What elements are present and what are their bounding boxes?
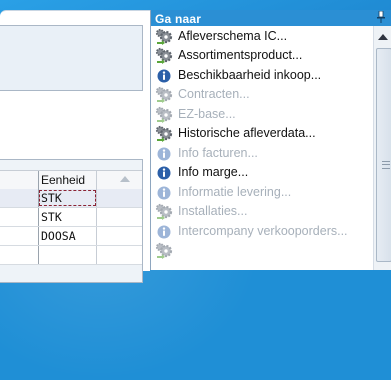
goto-item[interactable]: Afleverschema IC... (151, 26, 373, 46)
goto-item[interactable]: Installaties... (151, 202, 373, 222)
gear-pair-icon (155, 241, 173, 260)
goto-item[interactable]: Contracten... (151, 85, 373, 105)
goto-item-label: Info marge... (178, 165, 249, 180)
gear-pair-icon (155, 124, 173, 143)
goto-item-label: Installaties... (178, 204, 248, 219)
panel-scrollbar[interactable] (373, 26, 391, 270)
unit-cell[interactable]: DOOSA (38, 227, 97, 245)
goto-item[interactable] (151, 241, 373, 261)
goto-panel: Ga naar Afleverschema IC... Assortimentsp… (150, 10, 391, 270)
panel-title: Ga naar (155, 12, 202, 26)
goto-item[interactable]: Info marge... (151, 163, 373, 183)
goto-item[interactable]: Historische afleverdata... (151, 124, 373, 144)
panel-title-bar: Ga naar (151, 10, 391, 26)
goto-item-label: EZ-base... (178, 106, 236, 121)
goto-item-label: Historische afleverdata... (178, 126, 316, 141)
goto-item-label: Informatie levering... (178, 184, 292, 199)
goto-item[interactable]: Beschikbaarheid inkoop... (151, 65, 373, 85)
info-icon (155, 163, 173, 181)
column-header-eenheid[interactable]: Eenheid (38, 171, 99, 189)
info-icon (155, 144, 173, 162)
table-row[interactable]: DOOSA (0, 227, 142, 246)
goto-item-label: Contracten... (178, 87, 250, 102)
table-row[interactable]: STK (0, 208, 142, 227)
pin-icon[interactable] (376, 11, 386, 23)
table-row[interactable]: STK (0, 189, 142, 208)
info-icon (155, 222, 173, 240)
order-window: Eenheid STK STK DOOSA (0, 10, 150, 283)
scroll-thumb[interactable] (376, 48, 391, 262)
unit-cell[interactable]: STK (38, 189, 97, 207)
header-area (0, 25, 143, 91)
empty-cell (96, 227, 143, 245)
goto-item[interactable]: Intercompany verkooporders... (151, 221, 373, 241)
gear-pair-icon (155, 105, 173, 123)
empty-cell (96, 208, 143, 226)
gear-pair-icon (155, 46, 173, 65)
grid-header: Eenheid (0, 170, 142, 190)
info-icon (155, 183, 173, 201)
gear-pair-icon (155, 202, 173, 221)
goto-item[interactable]: Info facturen... (151, 143, 373, 163)
table-row[interactable] (0, 246, 142, 265)
gear-pair-icon (155, 27, 173, 45)
gear-pair-icon (155, 85, 173, 104)
goto-item-label: Assortimentsproduct... (178, 48, 303, 63)
goto-item-label: Beschikbaarheid inkoop... (178, 67, 322, 82)
goto-item-label: Info facturen... (178, 145, 258, 160)
unit-cell[interactable]: STK (38, 208, 97, 226)
goto-item[interactable]: EZ-base... (151, 104, 373, 124)
goto-item[interactable]: Assortimentsproduct... (151, 46, 373, 66)
info-icon (155, 66, 173, 84)
goto-list: Afleverschema IC... Assortimentsproduct..… (151, 26, 373, 270)
grid-scroll-up-icon[interactable] (120, 176, 130, 182)
empty-cell (96, 189, 143, 207)
goto-item[interactable]: Informatie levering... (151, 182, 373, 202)
scroll-grip-icon (382, 161, 390, 169)
goto-item-label: Afleverschema IC... (178, 28, 288, 43)
empty-cell (96, 246, 143, 264)
scroll-up-icon[interactable] (378, 34, 388, 40)
order-lines-grid: Eenheid STK STK DOOSA (0, 159, 143, 283)
goto-item-label: Intercompany verkooporders... (178, 223, 348, 238)
grid-rows: STK STK DOOSA (0, 189, 142, 265)
unit-cell[interactable] (38, 246, 97, 264)
